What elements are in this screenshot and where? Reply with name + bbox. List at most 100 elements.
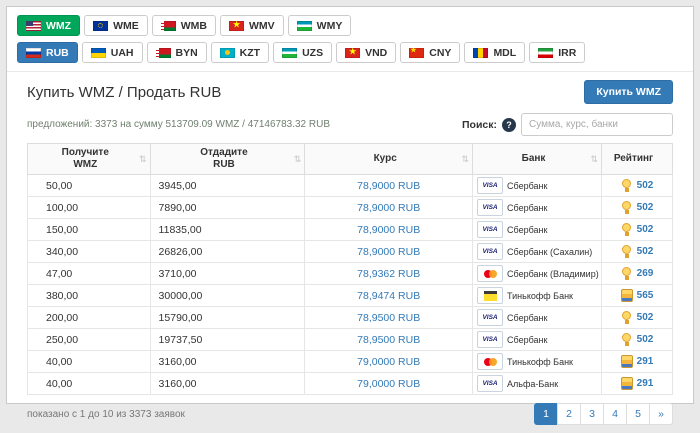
md-flag-icon [473,47,489,58]
currency-tab-uzs[interactable]: UZS [273,42,333,63]
receive-amount: 340,00 [27,240,151,263]
currency-tab-vnd[interactable]: VND [336,42,397,63]
uz-flag-icon [282,47,298,58]
mastercard-icon [477,265,504,282]
bank-cell: VISA Альфа-Банк [472,372,603,395]
sort-icon: ⇅ [590,154,599,164]
page-button-next[interactable]: » [649,403,673,425]
by-flag-icon [155,47,171,58]
buy-wmz-button[interactable]: Купить WMZ [584,80,673,104]
exchange-rate: 78,9000 RUB [304,196,474,219]
rating-cell: 291 [601,350,673,373]
wm-tab-wmb[interactable]: WMB [151,15,216,36]
rating-medal-icon [621,267,633,280]
rating-link[interactable]: 269 [637,268,654,279]
receive-amount: 47,00 [27,262,151,285]
rating-cell: 269 [601,262,673,285]
currency-tab-irr[interactable]: IRR [529,42,586,63]
give-amount: 30000,00 [149,284,306,307]
rating-link[interactable]: 565 [637,290,654,301]
give-amount: 7890,00 [149,196,306,219]
currency-tab-uah[interactable]: UAH [81,42,143,63]
column-header-receive[interactable]: Получите WMZ ⇅ [27,143,151,175]
column-header-rate[interactable]: Курс ⇅ [304,143,474,175]
tab-label: BYN [175,46,198,59]
rating-cell: 502 [601,328,673,351]
page-button-5[interactable]: 5 [626,403,650,425]
wm-tab-wmz[interactable]: WMZ [17,15,81,36]
visa-icon: VISA [477,177,504,194]
page-button-3[interactable]: 3 [580,403,604,425]
ua-flag-icon [90,47,106,58]
give-amount: 15790,00 [149,306,306,329]
currency-tab-byn[interactable]: BYN [146,42,207,63]
wm-tab-wme[interactable]: WME [84,15,148,36]
receive-amount: 50,00 [27,174,151,197]
receive-amount: 250,00 [27,328,151,351]
rating-link[interactable]: 502 [637,202,654,213]
info-icon[interactable]: ? [502,117,516,132]
currency-tab-kzt[interactable]: KZT [210,42,270,63]
offer-row[interactable]: 40,00 3160,00 79,0000 RUB Тинькофф Банк 291 [27,350,673,373]
rating-cell: 502 [601,240,673,263]
rating-medal-icon [621,333,633,346]
offer-row[interactable]: 200,00 15790,00 78,9500 RUB VISA Сбербанк 502 [27,306,673,329]
rating-cell: 502 [601,306,673,329]
offer-row[interactable]: 40,00 3160,00 79,0000 RUB VISA Альфа-Банк 291 [27,372,673,395]
exchange-rate: 78,9500 RUB [304,306,474,329]
currency-tab-mdl[interactable]: MDL [464,42,526,63]
page-button-2[interactable]: 2 [557,403,581,425]
rating-link[interactable]: 502 [637,312,654,323]
offers-table-wrap: Получите WMZ ⇅ Отдадите RUB ⇅ Курс ⇅ Банк ⇅ Рейтин… [27,143,673,395]
sort-icon: ⇅ [293,154,302,164]
rating-link[interactable]: 502 [637,246,654,257]
wm-tab-wmy[interactable]: WMY [287,15,352,36]
rating-medal-icon [620,377,633,390]
bank-name: Сбербанк [507,180,548,191]
rating-link[interactable]: 502 [637,224,654,235]
ir-flag-icon [538,47,554,58]
tab-label: WMB [180,19,207,32]
receive-amount: 150,00 [27,218,151,241]
receive-amount: 40,00 [27,372,151,395]
search-input[interactable] [521,113,673,136]
bank-name: Сбербанк (Сахалин) [507,246,593,257]
bank-name: Сбербанк [507,312,548,323]
give-amount: 26826,00 [149,240,306,263]
tab-label: WME [113,19,139,32]
tinkoff-icon [477,287,504,304]
rating-medal-icon [621,245,633,258]
exchange-rate: 78,9500 RUB [304,328,474,351]
offer-row[interactable]: 100,00 7890,00 78,9000 RUB VISA Сбербанк 502 [27,196,673,219]
exchange-rate: 78,9000 RUB [304,240,474,263]
bank-name: Тинькофф Банк [507,290,573,301]
bank-name: Сбербанк [507,202,548,213]
rating-link[interactable]: 502 [637,180,654,191]
bank-cell: Тинькофф Банк [472,284,603,307]
bank-cell: VISA Сбербанк [472,218,603,241]
rating-link[interactable]: 291 [637,356,654,367]
page-button-4[interactable]: 4 [603,403,627,425]
offer-row[interactable]: 380,00 30000,00 78,9474 RUB Тинькофф Банк 56… [27,284,673,307]
offer-row[interactable]: 47,00 3710,00 78,9362 RUB Сбербанк (Владими… [27,262,673,285]
give-amount: 19737,50 [149,328,306,351]
offer-row[interactable]: 340,00 26826,00 78,9000 RUB VISA Сбербанк (С… [27,240,673,263]
currency-tab-cny[interactable]: CNY [400,42,461,63]
rating-link[interactable]: 502 [637,334,654,345]
wm-tab-wmv[interactable]: WMV [220,15,284,36]
column-header-give[interactable]: Отдадите RUB ⇅ [149,143,306,175]
offer-row[interactable]: 50,00 3945,00 78,9000 RUB VISA Сбербанк 502 [27,174,673,197]
give-amount: 3160,00 [149,350,306,373]
give-amount: 3945,00 [149,174,306,197]
column-header-rating[interactable]: Рейтинг [601,143,673,175]
offer-row[interactable]: 150,00 11835,00 78,9000 RUB VISA Сбербанк 502 [27,218,673,241]
eu-flag-icon [93,20,109,31]
rating-link[interactable]: 291 [637,378,654,389]
main-panel: WMZ WME WMB WMV WMY RUB UAH BYN KZT UZS VND CNY MDL… [6,6,694,425]
page-button-1[interactable]: 1 [534,403,558,425]
sort-icon: ⇅ [139,154,147,164]
column-header-bank[interactable]: Банк ⇅ [472,143,603,175]
currency-tab-rub[interactable]: RUB [17,42,78,63]
rating-cell: 502 [601,218,673,241]
offer-row[interactable]: 250,00 19737,50 78,9500 RUB VISA Сбербанк 502 [27,328,673,351]
